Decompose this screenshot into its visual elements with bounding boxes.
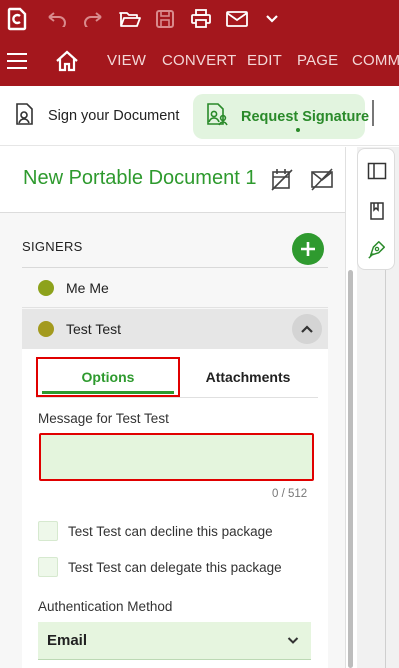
toolbar-partial-icon <box>372 100 374 126</box>
delegate-option[interactable]: Test Test can delegate this package <box>38 557 282 577</box>
print-icon[interactable] <box>188 6 214 32</box>
tab-options[interactable]: Options <box>36 357 180 397</box>
redo-icon[interactable] <box>80 6 106 32</box>
title-bar <box>0 0 399 37</box>
chevron-up-icon <box>301 325 313 333</box>
delegate-label: Test Test can delegate this package <box>68 559 282 575</box>
signer-color-dot <box>38 279 54 296</box>
signature-toolbar: Sign your Document Request Signature <box>0 86 399 146</box>
rail-divider <box>385 270 386 668</box>
email-icon[interactable] <box>224 6 250 32</box>
request-signature-icon <box>205 102 229 131</box>
panel-scrollbar[interactable] <box>348 270 353 668</box>
save-icon[interactable] <box>152 6 178 32</box>
active-tab-underline <box>42 391 174 394</box>
signature-pen-icon[interactable] <box>367 239 387 259</box>
signers-heading: SIGNERS <box>22 239 83 254</box>
add-signer-button[interactable] <box>292 233 324 265</box>
menu-convert[interactable]: CONVERT <box>162 52 236 69</box>
signer-detail-panel: Options Attachments Message for Test Tes… <box>22 349 328 668</box>
message-label: Message for Test Test <box>38 411 169 426</box>
menu-comment[interactable]: COMM <box>352 52 399 69</box>
tab-attachments[interactable]: Attachments <box>182 357 314 397</box>
hide-fields-icon[interactable] <box>310 167 334 196</box>
signature-panel: New Portable Document 1 SIGNERS Me Me Te… <box>0 147 346 668</box>
message-char-counter: 0 / 512 <box>272 488 308 500</box>
signer-name: Test Test <box>66 321 121 337</box>
decline-label: Test Test can decline this package <box>68 523 273 539</box>
auth-method-label: Authentication Method <box>38 599 173 614</box>
right-rail-tools <box>357 148 395 270</box>
active-indicator-dot <box>296 128 300 132</box>
request-signature-button[interactable]: Request Signature <box>193 94 369 139</box>
chevron-down-icon <box>287 637 299 644</box>
signer-name: Me Me <box>66 279 109 296</box>
sign-document-icon <box>14 102 36 131</box>
auth-method-select[interactable]: Email <box>38 622 311 660</box>
home-icon[interactable] <box>55 50 79 72</box>
menu-view[interactable]: VIEW <box>107 52 146 69</box>
sidebar-panel-icon[interactable] <box>367 161 387 181</box>
hamburger-menu-icon[interactable] <box>7 53 27 69</box>
menu-edit[interactable]: EDIT <box>247 52 282 69</box>
bookmark-icon[interactable] <box>367 201 387 221</box>
menu-page[interactable]: PAGE <box>297 52 338 69</box>
undo-icon[interactable] <box>44 6 70 32</box>
tab-attachments-label: Attachments <box>205 369 291 385</box>
app-logo-icon <box>4 6 30 32</box>
document-title: New Portable Document 1 <box>23 167 257 189</box>
sign-your-document-button[interactable]: Sign your Document <box>14 102 179 130</box>
calendar-field-icon[interactable] <box>270 167 294 196</box>
signer-row-me-me[interactable]: Me Me <box>22 268 328 308</box>
decline-option[interactable]: Test Test can decline this package <box>38 521 273 541</box>
tabs-divider <box>36 397 318 398</box>
request-signature-label: Request Signature <box>241 108 370 125</box>
signers-section: SIGNERS Me Me Test Test Options Attachme… <box>0 213 345 668</box>
tab-options-label: Options <box>81 369 135 385</box>
signer-row-test-test[interactable]: Test Test <box>22 309 328 349</box>
auth-method-value: Email <box>47 632 88 649</box>
plus-icon <box>301 242 315 256</box>
open-folder-icon[interactable] <box>117 6 143 32</box>
menu-bar: VIEW CONVERT EDIT PAGE COMM <box>0 37 399 86</box>
sign-your-document-label: Sign your Document <box>48 108 180 124</box>
delegate-checkbox[interactable] <box>38 557 58 577</box>
chevron-down-icon[interactable] <box>259 6 285 32</box>
collapse-signer-button[interactable] <box>292 314 322 344</box>
signer-color-dot <box>38 321 54 337</box>
decline-checkbox[interactable] <box>38 521 58 541</box>
message-input[interactable] <box>39 433 314 481</box>
